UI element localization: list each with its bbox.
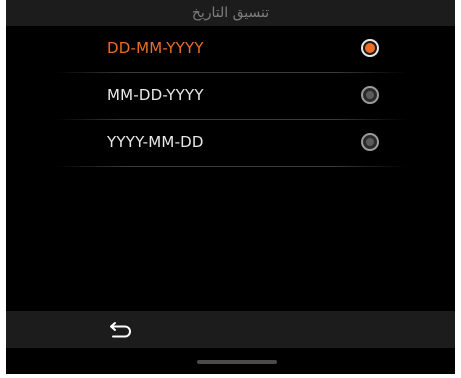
option-mm-dd-yyyy[interactable]: MM-DD-YYYY (6, 73, 455, 120)
bottom-bar (6, 311, 455, 348)
option-dd-mm-yyyy[interactable]: DD-MM-YYYY (6, 26, 455, 73)
back-arrow-icon (110, 322, 131, 338)
option-yyyy-mm-dd[interactable]: YYYY-MM-DD (6, 120, 455, 167)
option-label: MM-DD-YYYY (107, 86, 204, 104)
home-strip (6, 348, 455, 374)
date-format-options: DD-MM-YYYY MM-DD-YYYY YYYY-MM-DD (6, 26, 455, 167)
back-button[interactable] (106, 318, 136, 342)
radio-dot (365, 43, 375, 53)
home-indicator[interactable] (197, 360, 277, 364)
radio-button[interactable] (361, 133, 379, 151)
option-label: YYYY-MM-DD (107, 133, 204, 151)
radio-dot (366, 91, 374, 99)
radio-button[interactable] (361, 86, 379, 104)
date-format-screen: تنسيق التاريخ DD-MM-YYYY MM-DD-YYYY YYYY… (6, 0, 455, 374)
title-bar: تنسيق التاريخ (6, 0, 455, 26)
option-label: DD-MM-YYYY (107, 39, 204, 57)
divider (54, 166, 407, 167)
page-title: تنسيق التاريخ (191, 5, 270, 21)
radio-dot (366, 138, 374, 146)
radio-button-selected[interactable] (361, 39, 379, 57)
